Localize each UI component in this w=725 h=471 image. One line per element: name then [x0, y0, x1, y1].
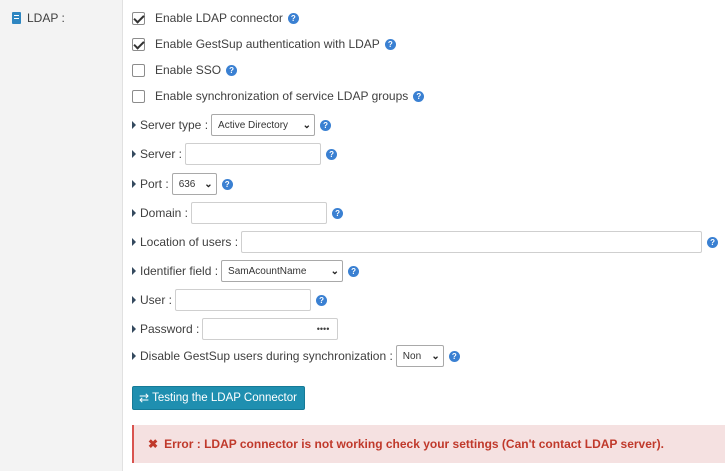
enable-sso-label: Enable SSO: [155, 63, 222, 77]
password-value: ••••: [316, 324, 330, 334]
server-type-label: Server type :: [140, 118, 209, 132]
checkbox-row-enable-sync: Enable synchronization of service LDAP g…: [132, 89, 425, 103]
swap-icon: ⇄: [139, 391, 150, 405]
enable-auth-label: Enable GestSup authentication with LDAP: [155, 37, 380, 51]
help-icon[interactable]: ?: [221, 178, 233, 190]
checkbox-row-enable-ldap: Enable LDAP connector ?: [132, 11, 299, 25]
help-icon[interactable]: ?: [707, 236, 719, 248]
caret-right-icon: [132, 121, 136, 129]
help-icon[interactable]: ?: [332, 207, 344, 219]
chevron-down-icon: ⌄: [204, 178, 213, 190]
help-icon[interactable]: ?: [316, 294, 328, 306]
location-of-users-input[interactable]: [241, 231, 703, 253]
enable-sso-checkbox[interactable]: [132, 63, 145, 77]
caret-right-icon: [132, 150, 136, 158]
user-input[interactable]: [175, 289, 312, 311]
location-of-users-label: Location of users :: [140, 235, 239, 249]
caret-right-icon: [132, 325, 136, 333]
password-label: Password :: [140, 322, 200, 336]
domain-label: Domain :: [140, 206, 189, 220]
chevron-down-icon: ⌄: [302, 119, 312, 131]
help-icon[interactable]: ?: [413, 90, 425, 102]
help-icon[interactable]: ?: [326, 148, 338, 160]
enable-sync-checkbox[interactable]: [132, 89, 145, 103]
disable-users-select[interactable]: Non ⌄: [395, 345, 444, 367]
port-value: 636: [178, 178, 196, 190]
caret-right-icon: [132, 296, 136, 304]
caret-right-icon: [132, 267, 136, 275]
password-input[interactable]: ••••: [202, 318, 339, 340]
domain-input[interactable]: [191, 202, 328, 224]
server-type-row: Server type : Active Directory ⌄ ?: [132, 114, 332, 136]
help-icon[interactable]: ?: [348, 265, 360, 277]
help-icon[interactable]: ?: [287, 12, 299, 24]
book-icon: [12, 12, 21, 24]
close-icon: ✖: [148, 437, 159, 451]
user-label: User :: [140, 293, 173, 307]
server-label: Server :: [140, 147, 183, 161]
server-type-select[interactable]: Active Directory ⌄: [211, 114, 316, 136]
checkbox-row-enable-sso: Enable SSO ?: [132, 63, 238, 77]
caret-right-icon: [132, 352, 136, 360]
caret-right-icon: [132, 238, 136, 246]
chevron-down-icon: ⌄: [330, 265, 340, 277]
section-label: LDAP :: [12, 11, 65, 25]
disable-users-row: Disable GestSup users during synchroniza…: [132, 345, 460, 367]
help-icon[interactable]: ?: [320, 119, 332, 131]
location-of-users-row: Location of users : ?: [132, 231, 719, 253]
server-row: Server : ?: [132, 143, 338, 165]
enable-sync-label: Enable synchronization of service LDAP g…: [155, 89, 409, 103]
section-label-text: LDAP :: [27, 11, 65, 25]
enable-ldap-label: Enable LDAP connector: [155, 11, 283, 25]
disable-users-label: Disable GestSup users during synchroniza…: [140, 349, 393, 363]
test-ldap-connector-label: Testing the LDAP Connector: [152, 392, 297, 404]
user-row: User : ?: [132, 289, 328, 311]
identifier-field-row: Identifier field : SamAcountName ⌄ ?: [132, 260, 360, 282]
enable-ldap-checkbox[interactable]: [132, 11, 145, 25]
port-row: Port : 636 ⌄ ?: [132, 173, 233, 195]
identifier-field-label: Identifier field :: [140, 264, 219, 278]
caret-right-icon: [132, 180, 136, 188]
disable-users-value: Non: [402, 350, 422, 362]
left-label-column: LDAP :: [0, 0, 123, 471]
error-alert-text: Error : LDAP connector is not working ch…: [164, 437, 664, 451]
help-icon[interactable]: ?: [226, 64, 238, 76]
caret-right-icon: [132, 209, 136, 217]
error-alert: ✖ Error : LDAP connector is not working …: [132, 425, 725, 463]
server-type-value: Active Directory: [218, 119, 289, 131]
password-row: Password : ••••: [132, 318, 339, 340]
chevron-down-icon: ⌄: [431, 350, 440, 362]
domain-row: Domain : ?: [132, 202, 344, 224]
port-select[interactable]: 636 ⌄: [171, 173, 217, 195]
help-icon[interactable]: ?: [384, 38, 396, 50]
help-icon[interactable]: ?: [448, 350, 460, 362]
port-label: Port :: [140, 177, 169, 191]
checkbox-row-enable-auth: Enable GestSup authentication with LDAP …: [132, 37, 396, 51]
identifier-field-value: SamAcountName: [228, 265, 307, 277]
test-ldap-connector-button[interactable]: ⇄ Testing the LDAP Connector: [132, 386, 305, 410]
enable-auth-checkbox[interactable]: [132, 37, 145, 51]
identifier-field-select[interactable]: SamAcountName ⌄: [221, 260, 344, 282]
server-input[interactable]: [185, 143, 322, 165]
